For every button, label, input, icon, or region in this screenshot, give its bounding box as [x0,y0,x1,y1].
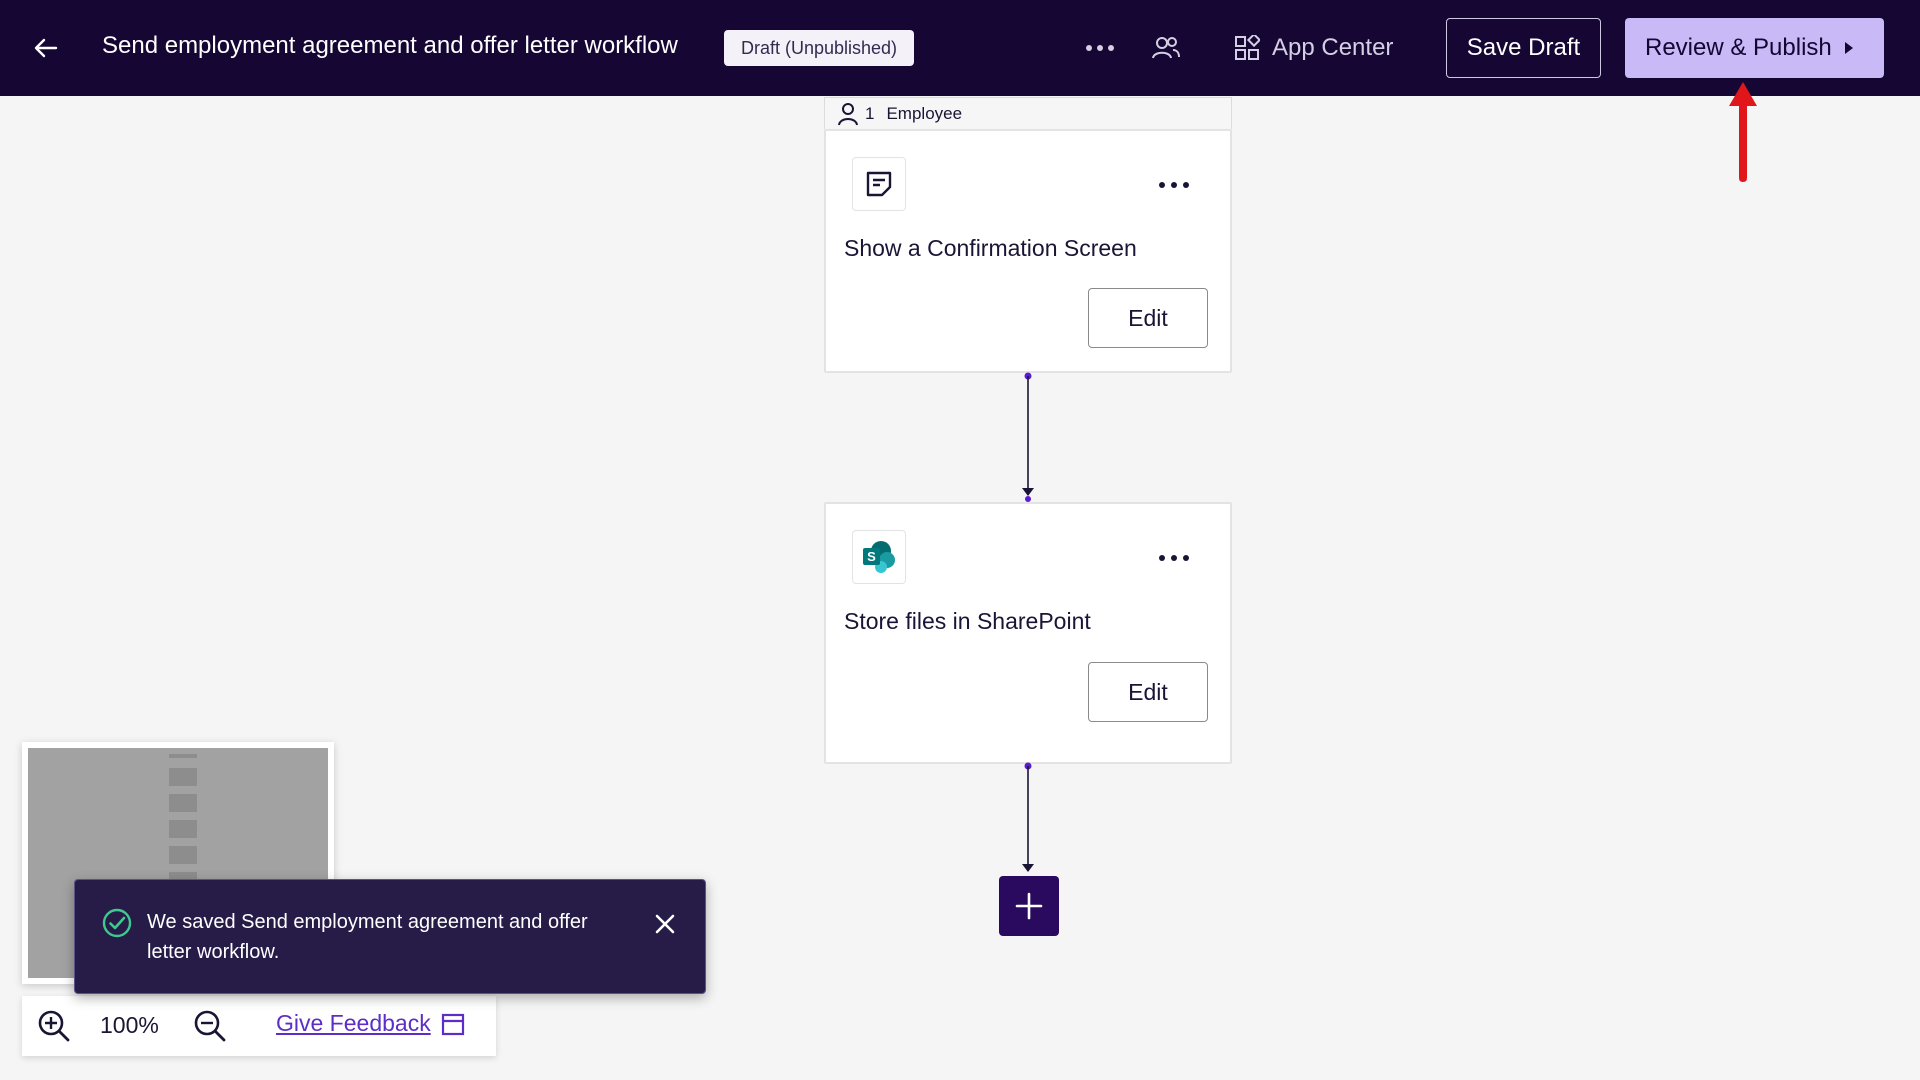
card-title: Store files in SharePoint [844,608,1091,634]
card-more-options-button[interactable] [1154,546,1194,570]
feedback-panel-icon [441,1013,464,1035]
plus-icon [1015,892,1043,920]
assignee-role: Employee [886,103,963,123]
top-bar: Send employment agreement and offer lett… [0,0,1920,96]
more-options-button[interactable] [1082,30,1118,66]
back-button[interactable] [28,30,64,66]
assignee-count: 1 [865,103,875,123]
svg-text:S: S [867,549,876,564]
zoom-toolbar: 100% Give Feedback [22,996,496,1056]
status-badge: Draft (Unpublished) [724,30,914,66]
more-horizontal-icon [1086,45,1114,51]
card-icon-container: S [852,530,906,584]
app-center-button[interactable]: App Center [1234,28,1393,68]
sharepoint-icon: S [863,541,895,573]
zoom-in-icon[interactable] [36,1008,72,1044]
flow-connector [1022,372,1034,502]
people-icon [1152,37,1180,59]
step-card-confirmation-screen[interactable]: Show a Confirmation Screen Edit [824,129,1232,373]
step-card-sharepoint[interactable]: S Store files in SharePoint Edit [824,502,1232,764]
success-check-icon [102,908,132,938]
more-horizontal-icon [1159,182,1189,188]
flow-connector [1022,762,1034,872]
workflow-title: Send employment agreement and offer lett… [102,32,678,59]
zoom-level: 100% [100,1012,159,1038]
app-center-label: App Center [1272,34,1394,61]
person-icon [838,102,858,125]
card-title: Show a Confirmation Screen [844,235,1137,261]
give-feedback-label: Give Feedback [276,1010,431,1036]
minimap-node [169,794,197,812]
add-step-button[interactable] [999,876,1059,936]
step-assignee-header: 1 Employee [824,97,1232,129]
confirmation-screen-icon [866,171,892,197]
collaborators-button[interactable] [1148,30,1184,66]
review-publish-button[interactable]: Review & Publish [1625,18,1884,78]
edit-button[interactable]: Edit [1088,662,1208,722]
minimap-node [169,820,197,838]
more-horizontal-icon [1159,555,1189,561]
zoom-out-icon[interactable] [192,1008,228,1044]
success-toast: We saved Send employment agreement and o… [74,879,706,994]
annotation-arrow-icon [1729,82,1757,182]
back-arrow-icon [34,38,58,58]
card-icon-container [852,157,906,211]
minimap-node [169,768,197,786]
review-publish-label: Review & Publish [1645,34,1832,61]
app-grid-icon [1235,35,1260,60]
minimap-node [169,754,197,758]
toast-message: We saved Send employment agreement and o… [147,911,588,963]
caret-right-icon [1845,42,1853,54]
close-icon[interactable] [651,910,679,938]
save-draft-button[interactable]: Save Draft [1446,18,1601,78]
edit-button[interactable]: Edit [1088,288,1208,348]
minimap-node [169,846,197,864]
give-feedback-link[interactable]: Give Feedback [276,1010,465,1037]
card-more-options-button[interactable] [1154,173,1194,197]
